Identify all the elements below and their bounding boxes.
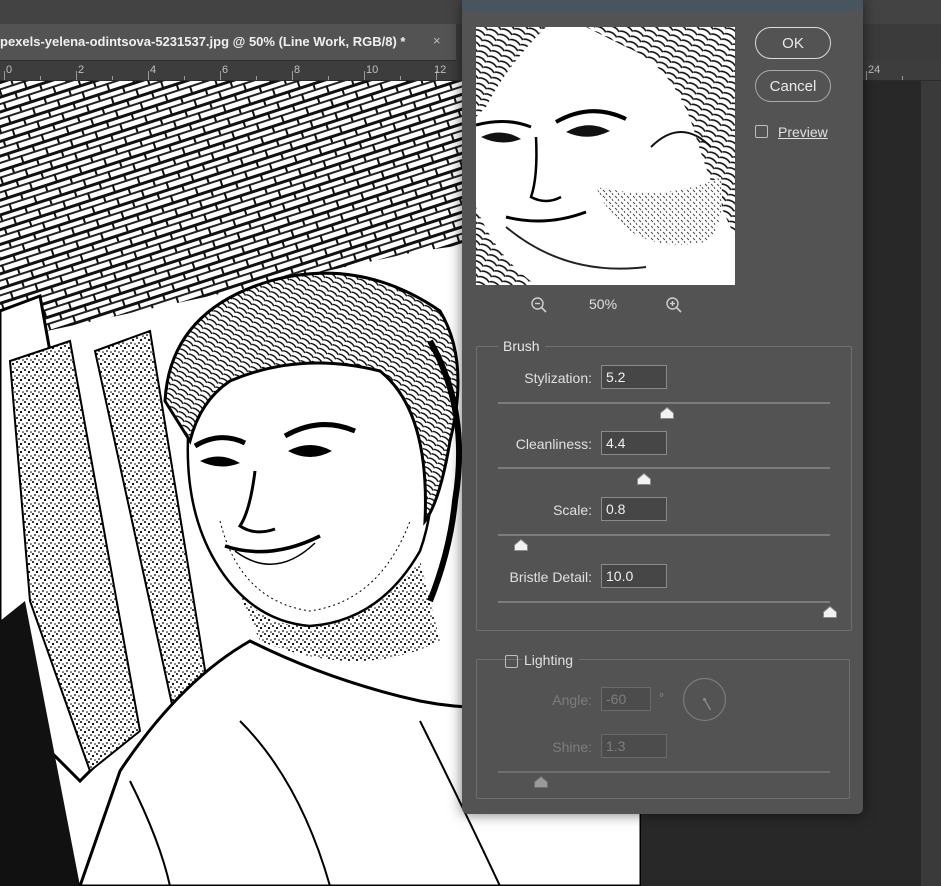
cleanliness-label: Cleanliness: — [515, 436, 592, 452]
zoom-out-icon[interactable] — [530, 296, 548, 314]
stylization-label: Stylization: — [524, 370, 592, 386]
lighting-group — [476, 659, 850, 799]
ok-button[interactable]: OK — [755, 27, 831, 59]
stylization-input[interactable] — [601, 365, 667, 389]
scale-label: Scale: — [553, 502, 592, 518]
preview-label-text: Preview — [778, 124, 828, 140]
scale-slider-track[interactable] — [498, 534, 830, 536]
angle-dial-needle — [703, 699, 712, 711]
filter-dialog: OK Cancel Preview 50% Brush Stylization:… — [462, 0, 863, 814]
filter-preview[interactable] — [476, 27, 735, 285]
bristle-detail-input[interactable] — [601, 564, 667, 588]
zoom-level: 50% — [589, 296, 618, 312]
lighting-label: Lighting — [522, 652, 580, 668]
cleanliness-input[interactable] — [601, 431, 667, 455]
ruler-label: 10 — [366, 64, 379, 76]
preview-label: Preview — [778, 124, 828, 140]
shine-slider-track[interactable] — [498, 771, 830, 773]
ruler-label: 24 — [868, 64, 881, 76]
cleanliness-slider-track[interactable] — [498, 467, 830, 469]
panel-column — [921, 81, 941, 886]
bristle-detail-slider-track[interactable] — [498, 601, 830, 603]
shine-slider-thumb[interactable] — [534, 776, 549, 788]
cancel-button[interactable]: Cancel — [755, 70, 831, 102]
ruler-label: 4 — [150, 64, 157, 76]
dialog-titlebar[interactable] — [462, 0, 863, 11]
document-tab-title: pexels-yelena-odintsova-5231537.jpg @ 50… — [0, 34, 406, 49]
ruler-label: 12 — [434, 64, 447, 76]
stylization-slider-thumb[interactable] — [660, 407, 675, 419]
angle-dial[interactable] — [682, 677, 727, 722]
preview-face-image — [476, 27, 735, 285]
brush-group-title: Brush — [498, 338, 545, 354]
shine-label: Shine: — [552, 739, 592, 755]
bristle-detail-label: Bristle Detail: — [509, 569, 592, 585]
angle-unit: ° — [659, 690, 665, 705]
angle-label: Angle: — [552, 692, 592, 708]
zoom-in-icon[interactable] — [665, 296, 683, 314]
cleanliness-slider-thumb[interactable] — [637, 473, 652, 485]
scale-slider-thumb[interactable] — [514, 539, 529, 551]
shine-input[interactable] — [601, 734, 667, 758]
ruler-label: 8 — [294, 64, 301, 76]
lighting-checkbox[interactable] — [505, 655, 518, 668]
bristle-detail-slider-thumb[interactable] — [823, 606, 837, 618]
ruler-label: 0 — [6, 64, 13, 76]
scale-input[interactable] — [601, 497, 667, 521]
close-icon[interactable]: × — [433, 33, 441, 48]
preview-checkbox[interactable] — [755, 125, 768, 138]
angle-input[interactable] — [601, 687, 651, 711]
ruler-label: 2 — [78, 64, 85, 76]
stylization-slider-track[interactable] — [498, 402, 830, 404]
document-tab[interactable]: pexels-yelena-odintsova-5231537.jpg @ 50… — [0, 24, 456, 61]
ruler-label: 6 — [222, 64, 229, 76]
